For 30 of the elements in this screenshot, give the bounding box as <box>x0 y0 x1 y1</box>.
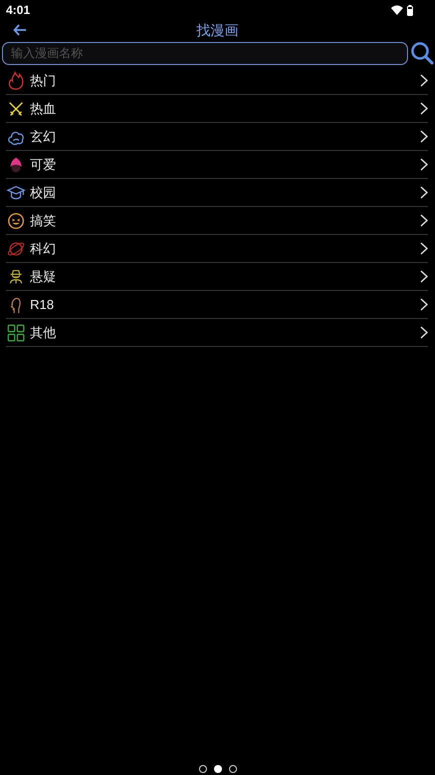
wifi-icon <box>391 5 403 15</box>
category-label: 可爱 <box>30 156 57 174</box>
chevron-right-icon <box>420 214 428 227</box>
category-label: 热门 <box>30 72 57 90</box>
chevron-right-icon <box>420 270 428 283</box>
grid-icon <box>6 322 26 342</box>
category-label: 玄幻 <box>30 128 57 146</box>
category-label: 其他 <box>30 324 57 342</box>
chevron-right-icon <box>420 102 428 115</box>
chevron-right-icon <box>420 186 428 199</box>
smiley-icon <box>6 210 26 230</box>
back-arrow-icon[interactable] <box>13 24 27 36</box>
category-label: 搞笑 <box>30 212 57 230</box>
category-label: 科幻 <box>30 240 57 258</box>
page-title: 找漫画 <box>196 20 238 40</box>
category-label: R18 <box>30 296 55 314</box>
search-field[interactable]: 输入漫画名称 <box>2 42 408 64</box>
category-label: 热血 <box>30 100 57 118</box>
status-time: 4:01 <box>6 2 30 19</box>
chevron-right-icon <box>420 74 428 87</box>
category-label: 校园 <box>30 184 57 202</box>
battery-icon <box>407 4 413 16</box>
flame-icon <box>6 70 26 90</box>
category-label: 悬疑 <box>30 268 57 286</box>
chevron-right-icon <box>420 242 428 255</box>
chevron-right-icon <box>420 158 428 171</box>
chevron-right-icon <box>420 130 428 143</box>
chevron-right-icon <box>420 326 428 339</box>
chevron-right-icon <box>420 298 428 311</box>
search-icon[interactable] <box>410 41 434 65</box>
